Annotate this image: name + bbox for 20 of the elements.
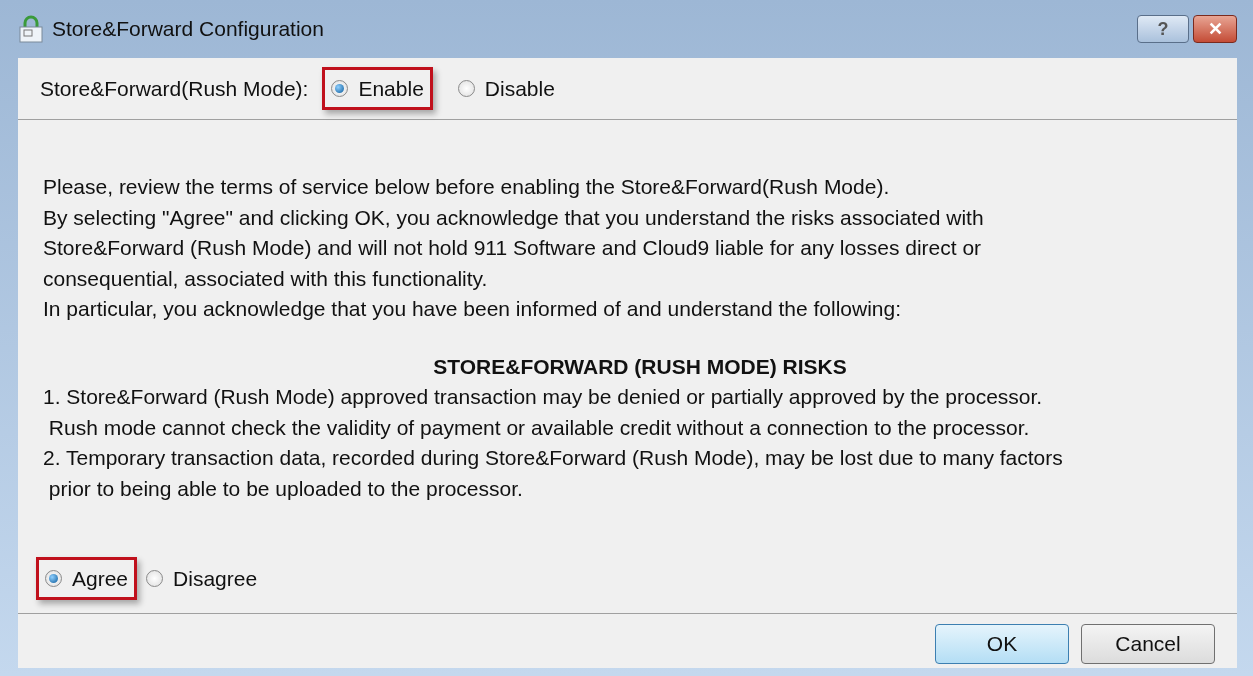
radio-option[interactable]: Disable	[448, 66, 564, 111]
risks-heading: STORE&FORWARD (RUSH MODE) RISKS	[432, 353, 848, 380]
text-line: Store&Forward (Rush Mode) and will not hold 911 Software and Cloud9 liable for any losses direct or	[43, 235, 983, 261]
text-line: Please, review the terms of service below before enabling the Store&Forward(Rush Mode).	[43, 174, 891, 200]
text-line: In particular, you acknowledge that you have been informed of and understand the following:	[43, 296, 903, 322]
radio-option[interactable]: Enable	[322, 66, 433, 111]
help-button[interactable]: ?	[1137, 15, 1189, 43]
app-icon	[18, 15, 44, 43]
text-line: consequential, associated with this functionality.	[43, 265, 489, 292]
text-line: Rush mode cannot check the validity of payment or available credit without a connection to the processor.	[47, 414, 1031, 441]
window-title: Store&Forward Configuration	[52, 16, 325, 43]
text-line: 2. Temporary transaction data, recorded during Store&Forward (Rush Mode), may be lost due to many factors	[43, 445, 1064, 471]
cancel-button[interactable]: Cancel	[1081, 624, 1215, 664]
mode-label: Store&Forward(Rush Mode):	[40, 75, 309, 102]
radio-option[interactable]: Agree	[36, 556, 138, 601]
text-line: By selecting "Agree" and clicking OK, you acknowledge that you understand the risks associated with	[43, 204, 985, 231]
ok-button[interactable]: OK	[935, 624, 1069, 664]
text-line: prior to being able to be uploaded to the processor.	[47, 475, 524, 502]
radio-option[interactable]: Disagree	[137, 556, 267, 601]
text-line: 1. Store&Forward (Rush Mode) approved transaction may be denied or partially approved by the processor.	[43, 384, 1044, 410]
